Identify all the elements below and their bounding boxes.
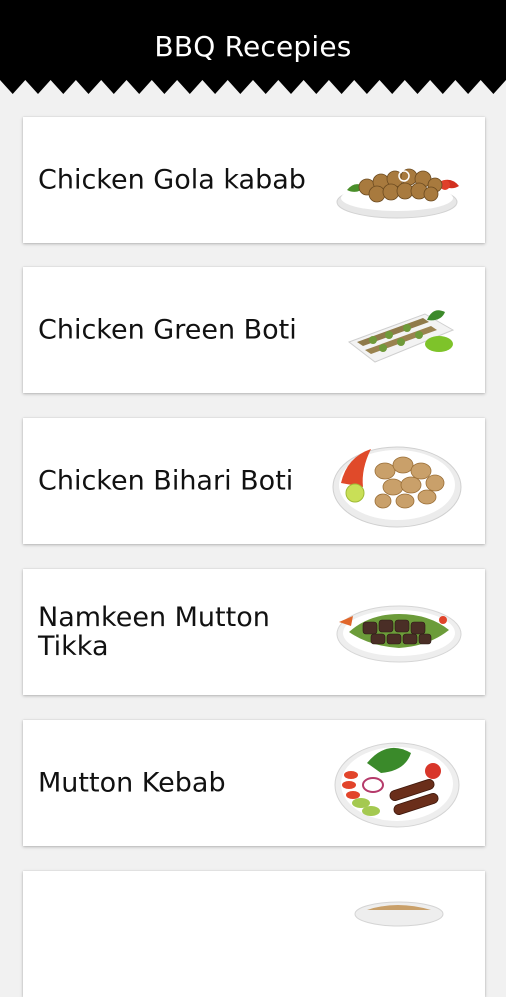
recipe-card-namkeen-mutton-tikka[interactable]: Namkeen Mutton Tikka: [23, 569, 485, 695]
recipe-label: Namkeen Mutton Tikka: [38, 602, 270, 662]
recipe-card-chicken-bihari-boti[interactable]: Chicken Bihari Boti: [23, 418, 485, 544]
recipe-label: Chicken Bihari Boti: [38, 465, 294, 497]
gola-kabab-plate-icon: [336, 168, 459, 219]
recipe-card-chicken-green-boti[interactable]: Chicken Green Boti: [23, 267, 485, 393]
recipe-label: Mutton Kebab: [38, 767, 226, 799]
green-boti-platter-icon: [347, 310, 455, 363]
recipe-card-partial[interactable]: [23, 871, 485, 997]
recipe-label: Chicken Gola kabab: [38, 164, 306, 196]
partial-dish-icon: [354, 901, 444, 927]
mutton-kebab-plate-icon: [334, 742, 460, 828]
mutton-tikka-plate-icon: [336, 605, 462, 663]
bihari-boti-plate-icon: [332, 446, 462, 528]
recipe-label: Chicken Green Boti: [38, 314, 297, 346]
recipe-list[interactable]: Chicken Gola kabab Chicken Green Boti Ch…: [0, 0, 506, 997]
recipe-card-chicken-gola-kabab[interactable]: Chicken Gola kabab: [23, 117, 485, 243]
recipe-card-mutton-kebab[interactable]: Mutton Kebab: [23, 720, 485, 846]
